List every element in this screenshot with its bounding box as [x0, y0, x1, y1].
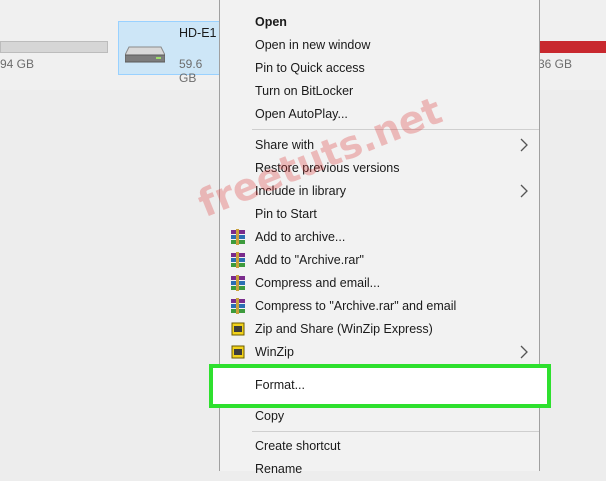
menu-separator: [252, 431, 539, 432]
menu-item-label: Add to "Archive.rar": [255, 253, 364, 267]
drive-size: 59.6 GB: [179, 57, 203, 85]
menu-item-label: Open in new window: [255, 38, 371, 52]
winzip-icon: [231, 322, 245, 336]
menu-item-label: Zip and Share (WinZip Express): [255, 322, 433, 336]
menu-item-label: Open: [255, 15, 287, 29]
menu-item-add-archive[interactable]: Add to archive...: [220, 226, 539, 249]
menu-item-compress-rar-email[interactable]: Compress to "Archive.rar" and email: [220, 295, 539, 318]
menu-item-pin-quick-access[interactable]: Pin to Quick access: [220, 57, 539, 80]
menu-item-label: Restore previous versions: [255, 161, 400, 175]
menu-item-label: Pin to Quick access: [255, 61, 365, 75]
drive-left-usage-bar: [0, 41, 108, 53]
menu-item-label: Copy: [255, 409, 285, 423]
menu-separator: [252, 129, 539, 130]
menu-item-label: Rename: [255, 462, 303, 476]
menu-item-autoplay[interactable]: Open AutoPlay...: [220, 103, 539, 126]
menu-item-label: Share with: [255, 138, 315, 152]
menu-item-label: Add to archive...: [255, 230, 346, 244]
menu-item-label: Compress to "Archive.rar" and email: [255, 299, 457, 313]
winrar-icon: [231, 229, 245, 245]
menu-item-label: Create shortcut: [255, 439, 341, 453]
menu-item-label: Include in library: [255, 184, 347, 198]
chevron-right-icon: [520, 345, 528, 359]
menu-item-bitlocker[interactable]: Turn on BitLocker: [220, 80, 539, 103]
drive-right-size: 36 GB: [538, 57, 573, 71]
menu-item-pin-start[interactable]: Pin to Start: [220, 203, 539, 226]
menu-item-add-archive-rar[interactable]: Add to "Archive.rar": [220, 249, 539, 272]
winrar-icon: [231, 252, 245, 268]
drive-name: HD-E1: [179, 26, 217, 40]
drive-right-usage-bar: [538, 41, 606, 53]
menu-item-label: Format...: [255, 378, 306, 392]
menu-item-include-library[interactable]: Include in library: [220, 180, 539, 203]
hard-drive-icon: [125, 46, 165, 63]
chevron-right-icon: [520, 138, 528, 152]
menu-item-label: Compress and email...: [255, 276, 381, 290]
winrar-icon: [231, 298, 245, 314]
menu-item-zip-share[interactable]: Zip and Share (WinZip Express): [220, 318, 539, 341]
drive-left-size: 94 GB: [0, 57, 35, 71]
menu-item-open[interactable]: Open: [220, 11, 539, 34]
menu-item-label: Turn on BitLocker: [255, 84, 354, 98]
winrar-icon: [231, 275, 245, 291]
menu-item-label: Open AutoPlay...: [255, 107, 348, 121]
drive-hd-e1[interactable]: HD-E1 59.6 GB: [118, 21, 220, 85]
menu-item-restore-versions[interactable]: Restore previous versions: [220, 157, 539, 180]
menu-item-rename[interactable]: Rename: [220, 458, 539, 481]
menu-item-copy[interactable]: Copy: [220, 405, 539, 428]
menu-item-winzip[interactable]: WinZip: [220, 341, 539, 364]
menu-item-open-new-window[interactable]: Open in new window: [220, 34, 539, 57]
menu-item-label: Pin to Start: [255, 207, 317, 221]
menu-item-create-shortcut[interactable]: Create shortcut: [220, 435, 539, 458]
chevron-right-icon: [520, 184, 528, 198]
winzip-icon: [231, 345, 245, 359]
menu-item-label: WinZip: [255, 345, 294, 359]
menu-item-share-with[interactable]: Share with: [220, 134, 539, 157]
menu-item-format[interactable]: Format...: [209, 364, 551, 408]
menu-item-compress-email[interactable]: Compress and email...: [220, 272, 539, 295]
